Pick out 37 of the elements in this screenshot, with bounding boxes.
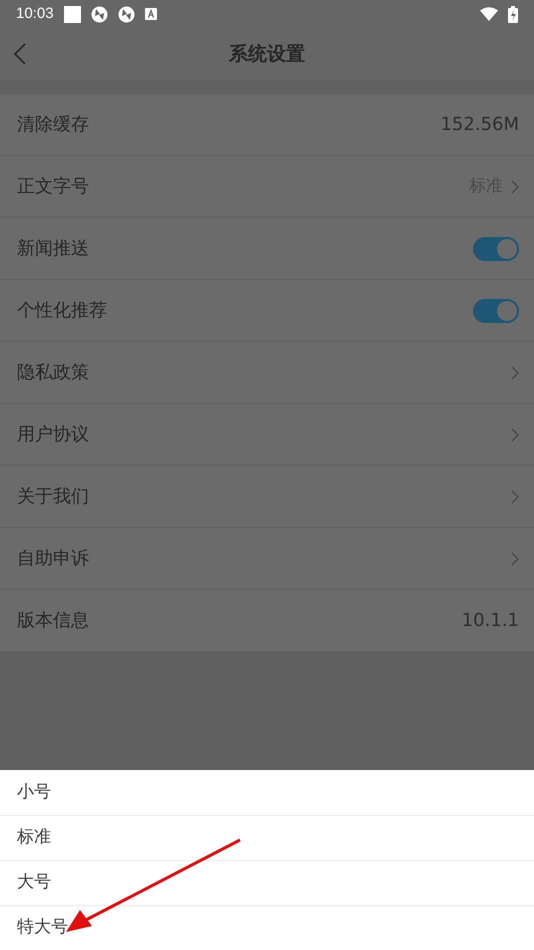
keyboard-letter-icon	[144, 8, 157, 20]
chevron-right-icon	[511, 552, 519, 566]
settings-row[interactable]: 清除缓存 152.56M	[0, 94, 534, 156]
toggle-switch[interactable]	[473, 298, 519, 322]
chevron-right-icon	[511, 180, 519, 194]
status-time: 10:03	[16, 4, 54, 24]
page-title: 系统设置	[229, 42, 305, 67]
settings-row[interactable]: 关于我们	[0, 466, 534, 528]
setting-label: 个性化推荐	[17, 299, 107, 323]
font-size-option[interactable]: 小号	[0, 770, 534, 815]
battery-icon	[508, 6, 518, 22]
chevron-right-icon	[511, 366, 519, 380]
aperture-icon	[90, 6, 108, 22]
wifi-icon	[480, 7, 498, 21]
setting-label: 隐私政策	[17, 361, 89, 385]
aperture-icon	[118, 6, 135, 22]
settings-row[interactable]: 版本信息 10.1.1	[0, 590, 534, 652]
setting-value: 152.56M	[440, 113, 519, 137]
chevron-right-icon	[511, 428, 519, 442]
settings-row[interactable]: 自助申诉	[0, 528, 534, 590]
setting-label: 自助申诉	[17, 547, 89, 571]
settings-row[interactable]: 个性化推荐	[0, 280, 534, 342]
notification-square-icon	[64, 6, 81, 22]
setting-label: 用户协议	[17, 423, 89, 447]
setting-label: 版本信息	[17, 609, 89, 633]
setting-label: 关于我们	[17, 485, 89, 509]
settings-row[interactable]: 用户协议	[0, 404, 534, 466]
setting-value: 10.1.1	[462, 609, 519, 633]
chevron-right-icon	[511, 490, 519, 504]
font-size-option[interactable]: 标准	[0, 815, 534, 860]
toggle-switch[interactable]	[473, 236, 519, 260]
settings-row[interactable]: 新闻推送	[0, 218, 534, 280]
setting-label: 正文字号	[17, 175, 89, 199]
setting-label: 新闻推送	[17, 237, 89, 261]
setting-label: 清除缓存	[17, 113, 89, 137]
settings-row[interactable]: 隐私政策	[0, 342, 534, 404]
font-size-option[interactable]: 大号	[0, 860, 534, 905]
